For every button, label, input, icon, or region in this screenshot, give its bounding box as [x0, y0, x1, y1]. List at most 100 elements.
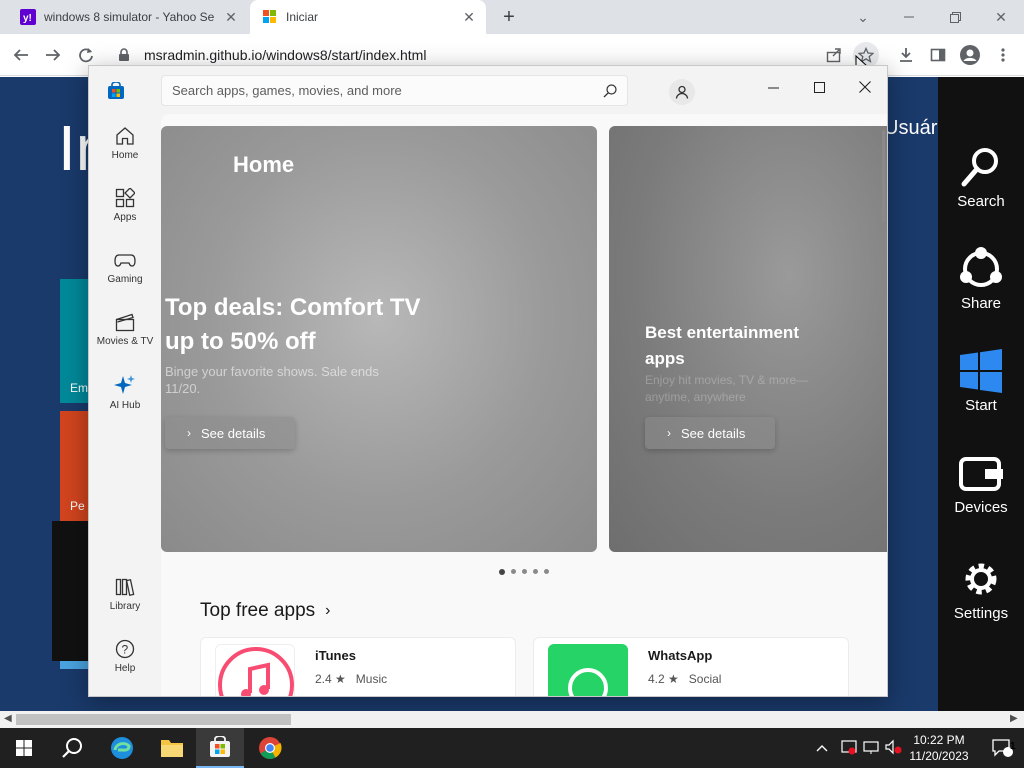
- store-close-button[interactable]: [845, 72, 885, 102]
- tile-dark[interactable]: [52, 521, 92, 661]
- yahoo-favicon-icon: y!: [20, 9, 36, 25]
- hero-card-top-deals[interactable]: Home Top deals: Comfort TV up to 50% off…: [161, 126, 597, 552]
- taskbar-file-explorer[interactable]: [148, 728, 196, 768]
- store-icon: [210, 736, 230, 757]
- taskbar-chrome[interactable]: [246, 728, 294, 768]
- help-icon: ?: [115, 639, 135, 659]
- close-tab-icon[interactable]: ✕: [222, 8, 240, 26]
- nav-apps[interactable]: Apps: [89, 188, 161, 223]
- hero-card-entertainment[interactable]: Best entertainment apps Enjoy hit movies…: [609, 126, 887, 552]
- restore-window-button[interactable]: [932, 0, 978, 34]
- store-minimize-button[interactable]: [753, 72, 793, 102]
- charm-start[interactable]: Start: [938, 349, 1024, 414]
- side-panel-icon[interactable]: [925, 42, 951, 68]
- page-horizontal-scrollbar[interactable]: ◀ ▶: [0, 711, 1024, 728]
- profile-avatar-icon[interactable]: [957, 42, 983, 68]
- svg-text:?: ?: [122, 643, 129, 657]
- app-name: WhatsApp: [648, 648, 713, 663]
- scrollbar-thumb[interactable]: [16, 714, 291, 725]
- nav-gaming[interactable]: Gaming: [89, 250, 161, 285]
- charm-settings[interactable]: Settings: [938, 557, 1024, 622]
- store-search-input[interactable]: Search apps, games, movies, and more: [161, 75, 628, 106]
- taskbar-clock[interactable]: 10:22 PM 11/20/2023: [905, 732, 973, 764]
- nav-movies-tv[interactable]: Movies & TV: [89, 312, 161, 347]
- see-details-button[interactable]: › See details: [165, 417, 295, 449]
- download-icon[interactable]: [893, 42, 919, 68]
- network-icon[interactable]: [862, 739, 884, 758]
- hero-heading: Top deals: Comfort TV up to 50% off: [165, 294, 421, 355]
- user-name[interactable]: Usuár: [884, 117, 937, 140]
- store-logo-icon: [108, 82, 124, 99]
- forward-arrow-icon[interactable]: [40, 42, 66, 68]
- browser-tab-yahoo[interactable]: y! windows 8 simulator - Yahoo Se ✕: [8, 0, 248, 34]
- chevron-right-icon: ›: [667, 426, 671, 440]
- see-details-button[interactable]: › See details: [645, 417, 775, 449]
- carousel-dot[interactable]: [533, 569, 538, 574]
- security-shield-icon[interactable]: [840, 739, 862, 758]
- user-icon: [675, 85, 689, 99]
- store-maximize-button[interactable]: [799, 72, 839, 102]
- carousel-dot[interactable]: [544, 569, 549, 574]
- store-account-avatar[interactable]: [669, 79, 695, 105]
- section-title-top-free-apps[interactable]: Top free apps ›: [200, 600, 330, 622]
- nav-label: Home: [111, 150, 139, 161]
- charm-share[interactable]: Share: [938, 247, 1024, 312]
- app-name: iTunes: [315, 648, 356, 663]
- chevron-right-icon: ›: [187, 426, 191, 440]
- minimize-window-button[interactable]: [886, 0, 932, 34]
- action-center-button[interactable]: 1: [980, 728, 1024, 768]
- nav-label: Gaming: [107, 274, 143, 285]
- nav-library[interactable]: Library: [89, 577, 161, 612]
- app-card-whatsapp[interactable]: WhatsApp 4.2 ★ Social: [533, 637, 849, 696]
- charms-bar: Search Share Start Devices Settings: [938, 77, 1024, 711]
- carousel-dot[interactable]: [511, 569, 516, 574]
- hero-subtitle: Enjoy hit movies, TV & more— anytime, an…: [645, 373, 809, 404]
- folder-icon: [161, 740, 183, 757]
- charm-search[interactable]: Search: [938, 145, 1024, 210]
- devices-charm-icon: [959, 457, 1003, 491]
- show-hidden-icons-chevron-icon[interactable]: [816, 741, 830, 755]
- nav-ai-hub[interactable]: AI Hub: [89, 374, 161, 411]
- browser-tab-iniciar[interactable]: Iniciar ✕: [250, 0, 486, 34]
- gear-icon: [965, 563, 997, 595]
- carousel-indicator[interactable]: [499, 569, 549, 575]
- app-meta: 2.4 ★ Music: [315, 672, 388, 686]
- taskbar-microsoft-store[interactable]: [196, 728, 244, 768]
- start-button[interactable]: [0, 728, 48, 768]
- nav-label: Movies & TV: [96, 336, 154, 347]
- nav-help[interactable]: ? Help: [89, 639, 161, 674]
- scroll-left-arrow-icon[interactable]: ◀: [4, 713, 12, 724]
- hero-heading: Best entertainment apps: [645, 323, 799, 368]
- taskbar-search-button[interactable]: [48, 728, 96, 768]
- close-tab-icon[interactable]: ✕: [460, 8, 478, 26]
- nav-label: AI Hub: [109, 400, 141, 411]
- notification-count: 1: [1010, 741, 1016, 752]
- charm-devices[interactable]: Devices: [938, 455, 1024, 516]
- store-scrollbar-thumb[interactable]: [882, 130, 885, 222]
- app-card-itunes[interactable]: iTunes 2.4 ★ Music: [200, 637, 516, 696]
- carousel-dot[interactable]: [499, 569, 505, 575]
- close-window-button[interactable]: ✕: [978, 0, 1024, 34]
- nav-home[interactable]: Home: [89, 126, 161, 161]
- system-tray: [816, 728, 906, 768]
- chrome-icon: [259, 737, 282, 759]
- tab-search-chevron-icon[interactable]: ⌄: [840, 0, 886, 34]
- new-tab-button[interactable]: +: [498, 6, 520, 28]
- carousel-dot[interactable]: [522, 569, 527, 574]
- charm-label: Settings: [953, 605, 1009, 622]
- charm-label: Search: [957, 193, 1005, 210]
- more-menu-icon[interactable]: [990, 42, 1016, 68]
- back-arrow-icon[interactable]: [8, 42, 34, 68]
- gamepad-icon: [114, 254, 136, 267]
- chevron-right-icon: ›: [325, 602, 331, 619]
- browser-tab-strip: y! windows 8 simulator - Yahoo Se ✕ Inic…: [0, 0, 1024, 34]
- page-title: Home: [233, 152, 295, 177]
- clock-date: 11/20/2023: [909, 749, 969, 763]
- volume-muted-icon[interactable]: [884, 739, 906, 758]
- taskbar-edge[interactable]: [98, 728, 146, 768]
- scroll-right-arrow-icon[interactable]: ▶: [1010, 713, 1018, 724]
- svg-text:y!: y!: [23, 13, 32, 24]
- clapperboard-icon: [115, 313, 135, 332]
- lock-icon: [118, 47, 134, 63]
- search-icon[interactable]: [603, 84, 617, 98]
